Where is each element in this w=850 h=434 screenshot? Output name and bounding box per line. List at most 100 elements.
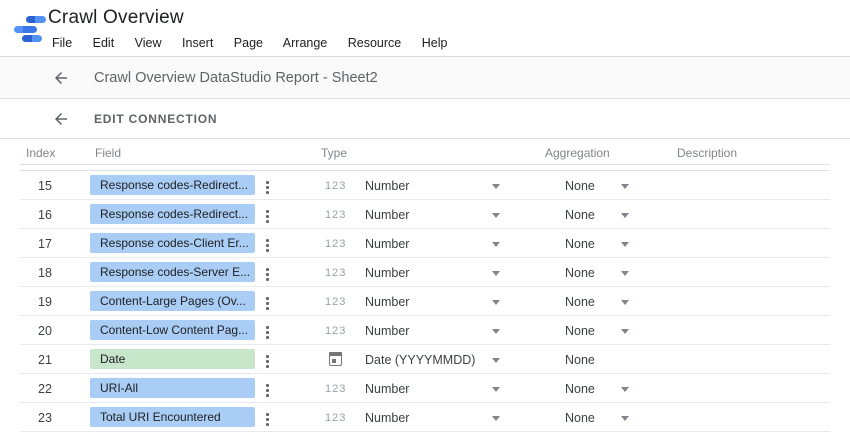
field-index: 23 <box>38 411 52 425</box>
field-index: 16 <box>38 208 52 222</box>
field-index: 21 <box>38 353 52 367</box>
fields-table: Index Field Type Aggregation Description… <box>20 139 830 432</box>
menu-item-help[interactable]: Help <box>422 36 448 50</box>
table-row: 20 Content-Low Content Pag... 123 Number… <box>20 316 830 345</box>
aggregation-dropdown-arrow-icon[interactable] <box>621 300 629 305</box>
back-arrow-glyph <box>52 110 70 128</box>
field-chip[interactable]: Response codes-Client Er... <box>90 233 255 253</box>
more-options-icon[interactable] <box>264 295 271 312</box>
more-options-icon[interactable] <box>264 237 271 254</box>
menu-item-file[interactable]: File <box>52 36 72 50</box>
aggregation-dropdown-arrow-icon[interactable] <box>621 271 629 276</box>
number-type-icon: 123 <box>325 325 346 337</box>
aggregation-dropdown-arrow-icon[interactable] <box>621 213 629 218</box>
menu-item-insert[interactable]: Insert <box>182 36 213 50</box>
edit-connection-label[interactable]: EDIT CONNECTION <box>94 112 217 126</box>
number-type-icon: 123 <box>325 383 346 395</box>
menu-item-edit[interactable]: Edit <box>93 36 115 50</box>
type-select-value[interactable]: Number <box>365 266 409 280</box>
type-dropdown-arrow-icon[interactable] <box>492 242 500 247</box>
aggregation-select-value[interactable]: None <box>565 324 595 338</box>
field-chip[interactable]: Response codes-Redirect... <box>90 204 255 224</box>
aggregation-select-value[interactable]: None <box>565 382 595 396</box>
column-header-type: Type <box>321 146 347 160</box>
type-select-value[interactable]: Date (YYYYMMDD) <box>365 353 475 367</box>
field-index: 20 <box>38 324 52 338</box>
type-dropdown-arrow-icon[interactable] <box>492 387 500 392</box>
field-chip[interactable]: Content-Low Content Pag... <box>90 320 255 340</box>
more-options-icon[interactable] <box>264 179 271 196</box>
aggregation-select-value[interactable]: None <box>565 411 595 425</box>
aggregation-select-value[interactable]: None <box>565 237 595 251</box>
type-select-value[interactable]: Number <box>365 179 409 193</box>
edit-connection-back-arrow-icon[interactable] <box>52 110 70 128</box>
more-options-icon[interactable] <box>264 208 271 225</box>
menu-item-view[interactable]: View <box>135 36 162 50</box>
menu-bar: File Edit View Insert Page Arrange Resou… <box>52 36 464 50</box>
aggregation-dropdown-arrow-icon[interactable] <box>621 242 629 247</box>
number-type-icon: 123 <box>325 180 346 192</box>
aggregation-select-value[interactable]: None <box>565 208 595 222</box>
type-select-value[interactable]: Number <box>365 295 409 309</box>
number-type-icon: 123 <box>325 412 346 424</box>
aggregation-select-value[interactable]: None <box>565 179 595 193</box>
number-type-icon: 123 <box>325 296 346 308</box>
field-index: 15 <box>38 179 52 193</box>
type-dropdown-arrow-icon[interactable] <box>492 213 500 218</box>
aggregation-dropdown-arrow-icon[interactable] <box>621 329 629 334</box>
field-index: 18 <box>38 266 52 280</box>
field-chip[interactable]: Content-Large Pages (Ov... <box>90 291 255 311</box>
field-chip[interactable]: Response codes-Redirect... <box>90 175 255 195</box>
number-type-icon: 123 <box>325 267 346 279</box>
column-header-index: Index <box>26 146 55 160</box>
field-chip[interactable]: Total URI Encountered <box>90 407 255 427</box>
more-options-icon[interactable] <box>264 266 271 283</box>
column-header-description: Description <box>677 146 737 160</box>
aggregation-select-value[interactable]: None <box>565 295 595 309</box>
aggregation-dropdown-arrow-icon[interactable] <box>621 416 629 421</box>
field-index: 19 <box>38 295 52 309</box>
table-row: 21 Date Date (YYYYMMDD) None <box>20 345 830 374</box>
more-options-icon[interactable] <box>264 353 271 370</box>
type-select-value[interactable]: Number <box>365 324 409 338</box>
table-row: 16 Response codes-Redirect... 123 Number… <box>20 200 830 229</box>
calendar-icon <box>329 352 342 366</box>
field-chip[interactable]: Date <box>90 349 255 369</box>
type-select-value[interactable]: Number <box>365 237 409 251</box>
field-chip[interactable]: Response codes-Server E... <box>90 262 255 282</box>
back-arrow-icon[interactable] <box>52 69 70 87</box>
type-dropdown-arrow-icon[interactable] <box>492 271 500 276</box>
logo-bar <box>26 16 46 23</box>
menu-item-resource[interactable]: Resource <box>348 36 402 50</box>
type-dropdown-arrow-icon[interactable] <box>492 184 500 189</box>
type-select-value[interactable]: Number <box>365 208 409 222</box>
aggregation-select-value[interactable]: None <box>565 353 595 367</box>
more-options-icon[interactable] <box>264 324 271 341</box>
number-type-icon: 123 <box>325 209 346 221</box>
column-header-field: Field <box>95 146 121 160</box>
fields-table-header: Index Field Type Aggregation Description <box>20 139 830 165</box>
field-index: 17 <box>38 237 52 251</box>
logo-bar <box>22 35 42 42</box>
aggregation-dropdown-arrow-icon[interactable] <box>621 387 629 392</box>
datasource-title: Crawl Overview DataStudio Report - Sheet… <box>94 70 378 86</box>
table-row: 22 URI-All 123 Number None <box>20 374 830 403</box>
number-type-icon: 123 <box>325 238 346 250</box>
column-header-aggregation: Aggregation <box>545 146 610 160</box>
aggregation-dropdown-arrow-icon[interactable] <box>621 184 629 189</box>
type-dropdown-arrow-icon[interactable] <box>492 329 500 334</box>
menu-item-arrange[interactable]: Arrange <box>283 36 327 50</box>
field-chip[interactable]: URI-All <box>90 378 255 398</box>
report-name-title: Crawl Overview <box>48 7 184 29</box>
type-select-value[interactable]: Number <box>365 382 409 396</box>
menu-item-page[interactable]: Page <box>234 36 263 50</box>
more-options-icon[interactable] <box>264 411 271 428</box>
aggregation-select-value[interactable]: None <box>565 266 595 280</box>
datasource-breadcrumb-bar: Crawl Overview DataStudio Report - Sheet… <box>0 57 850 99</box>
datastudio-logo-icon[interactable] <box>13 11 51 47</box>
more-options-icon[interactable] <box>264 382 271 399</box>
type-dropdown-arrow-icon[interactable] <box>492 300 500 305</box>
type-dropdown-arrow-icon[interactable] <box>492 416 500 421</box>
type-select-value[interactable]: Number <box>365 411 409 425</box>
type-dropdown-arrow-icon[interactable] <box>492 358 500 363</box>
